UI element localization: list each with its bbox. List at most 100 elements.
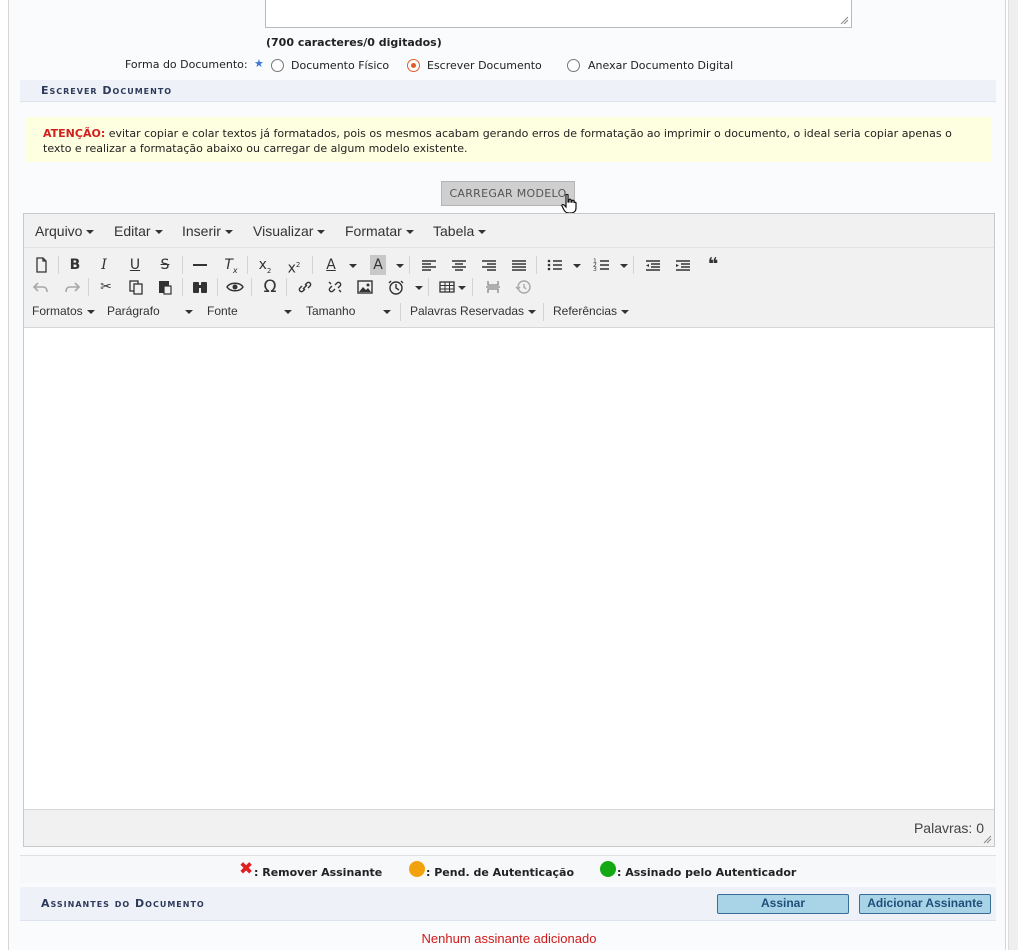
subscript-icon[interactable]: x2 bbox=[254, 255, 276, 275]
legend-signed-label: : Assinado pelo Autenticador bbox=[617, 866, 797, 879]
italic-icon[interactable]: I bbox=[93, 255, 115, 275]
chevron-down-icon bbox=[621, 309, 630, 314]
svg-text:3: 3 bbox=[593, 266, 597, 273]
formats-dropdown[interactable]: Formatos bbox=[32, 304, 95, 318]
underline-icon[interactable]: U bbox=[124, 255, 146, 275]
align-left-icon[interactable] bbox=[418, 255, 440, 275]
outdent-icon[interactable] bbox=[642, 255, 664, 275]
radio-anexar-documento[interactable] bbox=[567, 59, 580, 72]
paragraph-dropdown[interactable]: Parágrafo bbox=[107, 304, 193, 318]
image-icon[interactable] bbox=[354, 277, 376, 297]
chevron-down-icon bbox=[478, 230, 487, 235]
menu-inserir[interactable]: Inserir bbox=[182, 223, 233, 239]
align-center-icon[interactable] bbox=[448, 255, 470, 275]
chevron-down-icon bbox=[86, 309, 95, 314]
radio-label-anexar-documento[interactable]: Anexar Documento Digital bbox=[588, 59, 733, 72]
chevron-down-icon bbox=[224, 230, 233, 235]
indent-icon[interactable] bbox=[672, 255, 694, 275]
editor-content-area[interactable] bbox=[24, 329, 994, 809]
background-color-icon[interactable]: A bbox=[370, 255, 386, 275]
background-color-dropdown-icon[interactable] bbox=[396, 264, 404, 268]
menu-visualizar[interactable]: Visualizar bbox=[253, 223, 326, 239]
description-textarea[interactable] bbox=[265, 0, 852, 28]
bold-icon[interactable]: B bbox=[64, 255, 86, 275]
chevron-down-icon bbox=[383, 310, 391, 314]
radio-label-escrever-documento[interactable]: Escrever Documento bbox=[427, 59, 542, 72]
bullet-list-icon[interactable] bbox=[544, 255, 566, 275]
add-signer-button[interactable]: Adicionar Assinante bbox=[859, 894, 991, 914]
page-break-icon[interactable] bbox=[482, 277, 504, 297]
table-dropdown-icon[interactable] bbox=[458, 286, 466, 290]
toolbar-separator bbox=[247, 256, 248, 274]
menu-formatar[interactable]: Formatar bbox=[345, 223, 414, 239]
link-icon[interactable] bbox=[294, 277, 316, 297]
radio-documento-fisico[interactable] bbox=[271, 59, 284, 72]
paste-icon[interactable] bbox=[154, 277, 176, 297]
menu-tabela[interactable]: Tabela bbox=[433, 223, 487, 239]
chevron-down-icon bbox=[284, 310, 292, 314]
remove-x-icon: ✖ bbox=[239, 859, 254, 879]
table-icon[interactable] bbox=[437, 277, 459, 297]
page-scroll-edge bbox=[1008, 0, 1018, 950]
sign-button[interactable]: Assinar bbox=[717, 894, 849, 914]
toolbar-separator bbox=[409, 256, 410, 274]
bullet-list-dropdown-icon[interactable] bbox=[573, 264, 581, 268]
new-document-icon[interactable] bbox=[30, 255, 52, 275]
legend-remove-label: : Remover Assinante bbox=[254, 866, 383, 879]
menu-arquivo-label: Arquivo bbox=[35, 223, 83, 239]
blockquote-icon[interactable]: ❝ bbox=[702, 255, 724, 275]
redo-icon[interactable] bbox=[61, 277, 83, 297]
find-replace-icon[interactable] bbox=[189, 277, 211, 297]
numbered-list-icon[interactable]: 123 bbox=[591, 255, 613, 275]
menu-inserir-label: Inserir bbox=[182, 223, 221, 239]
strikethrough-icon[interactable]: S bbox=[154, 255, 176, 275]
chevron-down-icon bbox=[317, 230, 326, 235]
menu-tabela-label: Tabela bbox=[433, 223, 475, 239]
special-character-icon[interactable]: Ω bbox=[259, 277, 281, 297]
formats-dropdown-label: Formatos bbox=[32, 304, 83, 318]
toolbar-separator bbox=[472, 278, 473, 296]
text-color-icon[interactable]: A bbox=[320, 255, 342, 275]
clear-format-icon[interactable]: Tx bbox=[220, 255, 242, 275]
text-color-dropdown-icon[interactable] bbox=[349, 264, 357, 268]
preview-eye-icon[interactable] bbox=[224, 277, 246, 297]
toolbar-separator bbox=[543, 303, 544, 321]
char-count: (700 caracteres/0 digitados) bbox=[266, 36, 442, 49]
font-size-dropdown[interactable]: Tamanho bbox=[306, 304, 391, 318]
menu-arquivo[interactable]: Arquivo bbox=[35, 223, 95, 239]
radio-label-documento-fisico[interactable]: Documento Físico bbox=[291, 59, 389, 72]
forma-documento-label: Forma do Documento: bbox=[125, 58, 248, 71]
align-justify-icon[interactable] bbox=[508, 255, 530, 275]
references-dropdown-label: Referências bbox=[553, 304, 618, 318]
copy-icon[interactable] bbox=[125, 277, 147, 297]
resize-grip-icon[interactable] bbox=[983, 835, 992, 844]
toolbar-separator bbox=[88, 278, 89, 296]
numbered-list-dropdown-icon[interactable] bbox=[620, 264, 628, 268]
signer-legend: ✖ : Remover Assinante : Pend. de Autenti… bbox=[20, 855, 996, 883]
toolbar-separator bbox=[312, 256, 313, 274]
insert-datetime-icon[interactable] bbox=[385, 277, 407, 297]
undo-icon[interactable] bbox=[30, 277, 52, 297]
restore-draft-icon[interactable] bbox=[512, 277, 534, 297]
horizontal-rule-icon[interactable] bbox=[189, 255, 211, 275]
references-dropdown[interactable]: Referências bbox=[553, 304, 630, 318]
font-dropdown[interactable]: Fonte bbox=[207, 304, 292, 318]
radio-escrever-documento[interactable] bbox=[407, 59, 420, 72]
reserved-words-dropdown[interactable]: Palavras Reservadas bbox=[410, 304, 537, 318]
load-model-button[interactable]: CARREGAR MODELO bbox=[441, 181, 575, 206]
section-title-escrever: Escrever Documento bbox=[20, 80, 996, 102]
forma-documento-row: Forma do Documento: ★ Documento Físico E… bbox=[0, 57, 998, 75]
menu-visualizar-label: Visualizar bbox=[253, 223, 314, 239]
menu-formatar-label: Formatar bbox=[345, 223, 402, 239]
font-dropdown-label: Fonte bbox=[207, 304, 238, 318]
datetime-dropdown-icon[interactable] bbox=[415, 286, 423, 290]
toolbar-separator bbox=[251, 278, 252, 296]
superscript-icon[interactable]: x2 bbox=[283, 255, 305, 277]
unlink-icon[interactable] bbox=[324, 277, 346, 297]
toolbar-separator bbox=[217, 278, 218, 296]
resize-grip-icon[interactable] bbox=[840, 16, 849, 25]
align-right-icon[interactable] bbox=[478, 255, 500, 275]
cut-icon[interactable]: ✂ bbox=[95, 277, 117, 297]
legend-pending-label: : Pend. de Autenticação bbox=[426, 866, 574, 879]
menu-editar[interactable]: Editar bbox=[114, 223, 163, 239]
